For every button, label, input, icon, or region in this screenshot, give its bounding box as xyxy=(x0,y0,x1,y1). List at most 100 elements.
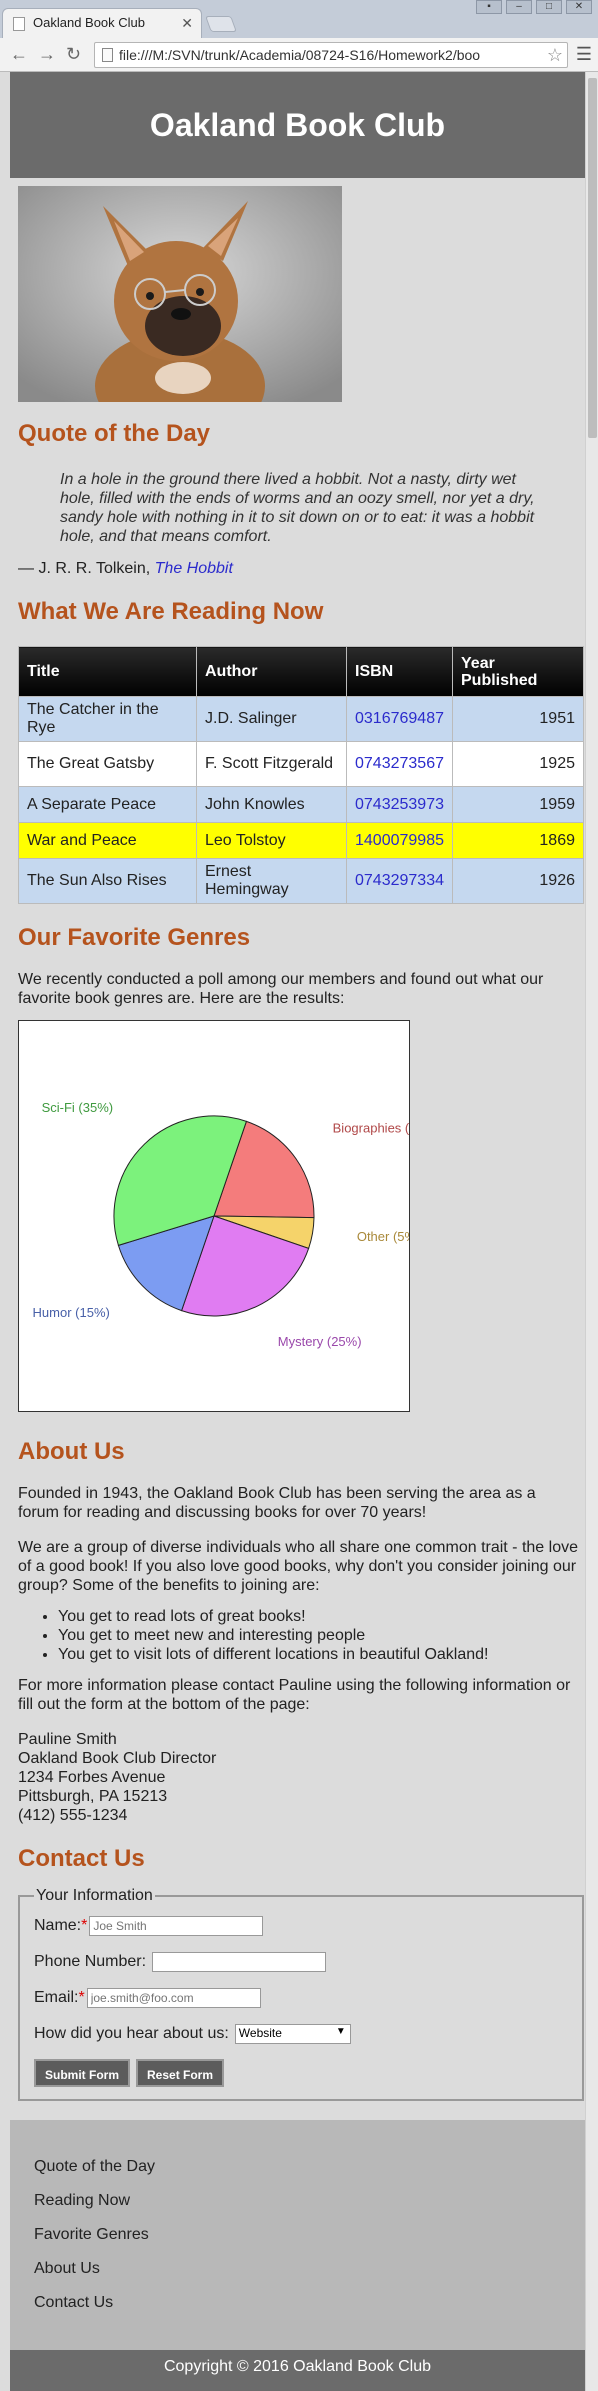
table-row: The Catcher in the Rye J.D. Salinger 031… xyxy=(18,696,584,742)
column-header: Author xyxy=(196,646,347,697)
email-row: Email: * xyxy=(34,1987,568,2009)
site-footer: Copyright © 2016 Oakland Book Club xyxy=(10,2350,585,2391)
email-input[interactable] xyxy=(86,1988,261,2008)
book-year: 1951 xyxy=(452,696,584,742)
hobbit-link[interactable]: The Hobbit xyxy=(155,560,233,577)
forward-arrow-icon[interactable]: → xyxy=(38,44,56,64)
browser-tab-strip: Oakland Book Club ✕ ▪ – □ ✕ xyxy=(0,0,598,38)
table-row: A Separate Peace John Knowles 0743253973… xyxy=(18,786,584,823)
dog-photo xyxy=(18,186,342,402)
form-buttons: Submit Form Reset Form xyxy=(34,2059,568,2087)
close-window-icon[interactable]: ✕ xyxy=(566,0,592,14)
footer-link-quote[interactable]: Quote of the Day xyxy=(34,2150,585,2184)
contact-heading: Contact Us xyxy=(18,1845,145,1872)
book-year: 1869 xyxy=(452,822,584,859)
scrollbar-thumb[interactable] xyxy=(588,78,597,438)
maximize-icon[interactable]: □ xyxy=(536,0,562,14)
book-title: The Great Gatsby xyxy=(18,741,197,787)
column-header: Year Published xyxy=(452,646,584,697)
about-paragraph-3: For more information please contact Paul… xyxy=(18,1677,571,1713)
contact-line: Pauline Smith xyxy=(18,1731,117,1748)
required-marker: * xyxy=(81,1917,88,1934)
footer-nav: Quote of the Day Reading Now Favorite Ge… xyxy=(10,2120,585,2350)
minimize-icon[interactable]: – xyxy=(506,0,532,14)
book-author: John Knowles xyxy=(196,786,347,823)
browser-toolbar: ← → ↻ file:///M:/SVN/trunk/Academia/0872… xyxy=(0,38,598,72)
contact-address: Pauline Smith Oakland Book Club Director… xyxy=(18,1730,585,1825)
contact-line: 1234 Forbes Avenue xyxy=(18,1769,166,1786)
copyright-text: Copyright © 2016 Oakland Book Club xyxy=(163,2358,432,2375)
reading-heading: What We Are Reading Now xyxy=(18,598,324,625)
list-item: You get to meet new and interesting peop… xyxy=(58,1626,585,1645)
book-isbn[interactable]: 0316769487 xyxy=(346,696,453,742)
chevron-down-icon: ▼ xyxy=(335,2026,346,2037)
back-arrow-icon[interactable]: ← xyxy=(10,44,28,64)
submit-button[interactable]: Submit Form xyxy=(34,2059,130,2087)
footer-link-about[interactable]: About Us xyxy=(34,2252,585,2286)
menu-icon[interactable]: ☰ xyxy=(576,44,592,65)
source-selected-value: Website xyxy=(238,2026,282,2040)
benefits-list: You get to read lots of great books! You… xyxy=(58,1607,585,1664)
pie-label: Biographies (20%) xyxy=(333,1121,409,1136)
book-author: J.D. Salinger xyxy=(196,696,347,742)
pie-label: Sci-Fi (35%) xyxy=(42,1100,114,1115)
book-title: War and Peace xyxy=(18,822,197,859)
book-isbn[interactable]: 0743273567 xyxy=(346,741,453,787)
scrollbar[interactable] xyxy=(585,72,598,2391)
site-header: Oakland Book Club xyxy=(10,72,585,178)
book-isbn[interactable]: 0743297334 xyxy=(346,858,453,904)
pie-label: Mystery (25%) xyxy=(278,1334,362,1349)
address-bar[interactable]: file:///M:/SVN/trunk/Academia/08724-S16/… xyxy=(94,42,568,68)
pie-chart-svg: Biographies (20%) Other (5%) Mystery (25%)… xyxy=(33,1100,440,1349)
contact-line: Oakland Book Club Director xyxy=(18,1750,217,1767)
page: Oakland Book Club Quote of the Day In a … xyxy=(10,72,585,2391)
file-icon xyxy=(102,48,113,62)
footer-link-contact[interactable]: Contact Us xyxy=(34,2286,585,2320)
list-item: You get to visit lots of different locat… xyxy=(58,1645,585,1664)
book-author: Ernest Hemingway xyxy=(196,858,347,904)
close-icon[interactable]: ✕ xyxy=(181,9,193,37)
new-tab-button[interactable] xyxy=(205,16,237,32)
pie-label: Other (5%) xyxy=(357,1229,409,1244)
column-header: Title xyxy=(18,646,197,697)
book-title: The Sun Also Rises xyxy=(18,858,197,904)
name-input[interactable] xyxy=(89,1916,264,1936)
reading-table: Title Author ISBN Year Published The Cat… xyxy=(18,646,584,904)
list-item: You get to read lots of great books! xyxy=(58,1607,585,1626)
book-isbn[interactable]: 0743253973 xyxy=(346,786,453,823)
required-marker: * xyxy=(78,1989,85,2006)
source-select[interactable]: Website ▼ xyxy=(234,2024,351,2044)
tab-title: Oakland Book Club xyxy=(33,15,146,30)
book-isbn[interactable]: 1400079985 xyxy=(346,822,453,859)
quote-text: In a hole in the ground there lived a ho… xyxy=(60,471,535,545)
name-label: Name: xyxy=(34,1917,82,1934)
reload-icon[interactable]: ↻ xyxy=(66,44,81,64)
email-label: Email: xyxy=(34,1989,79,2006)
book-year: 1926 xyxy=(452,858,584,904)
quote-author: — J. R. R. Tolkein, xyxy=(18,560,151,577)
about-paragraph-1: Founded in 1943, the Oakland Book Club h… xyxy=(18,1485,536,1521)
footer-link-reading[interactable]: Reading Now xyxy=(34,2184,585,2218)
book-year: 1959 xyxy=(452,786,584,823)
user-icon[interactable]: ▪ xyxy=(476,0,502,14)
table-row: The Great Gatsby F. Scott Fitzgerald 074… xyxy=(18,741,584,787)
bookmark-star-icon[interactable]: ☆ xyxy=(547,43,563,67)
phone-row: Phone Number: xyxy=(34,1951,568,1973)
phone-input[interactable] xyxy=(152,1952,327,1972)
book-title: A Separate Peace xyxy=(18,786,197,823)
page-favicon-icon xyxy=(13,17,25,31)
pie-label: Humor (15%) xyxy=(33,1305,110,1320)
contact-line: Pittsburgh, PA 15213 xyxy=(18,1788,168,1805)
quote-citation: — J. R. R. Tolkein, The Hobbit xyxy=(18,560,585,578)
phone-label: Phone Number: xyxy=(34,1953,147,1970)
footer-link-genres[interactable]: Favorite Genres xyxy=(34,2218,585,2252)
reset-button[interactable]: Reset Form xyxy=(136,2059,225,2087)
contact-line: (412) 555-1234 xyxy=(18,1807,128,1824)
browser-tab[interactable]: Oakland Book Club ✕ xyxy=(2,8,202,38)
about-paragraph-2: We are a group of diverse individuals wh… xyxy=(18,1539,578,1594)
form-legend: Your Information xyxy=(36,1887,153,1904)
table-row-highlighted: War and Peace Leo Tolstoy 1400079985 186… xyxy=(18,822,584,859)
book-title: The Catcher in the Rye xyxy=(18,696,197,742)
address-text: file:///M:/SVN/trunk/Academia/08724-S16/… xyxy=(119,47,481,63)
column-header: ISBN xyxy=(346,646,453,697)
